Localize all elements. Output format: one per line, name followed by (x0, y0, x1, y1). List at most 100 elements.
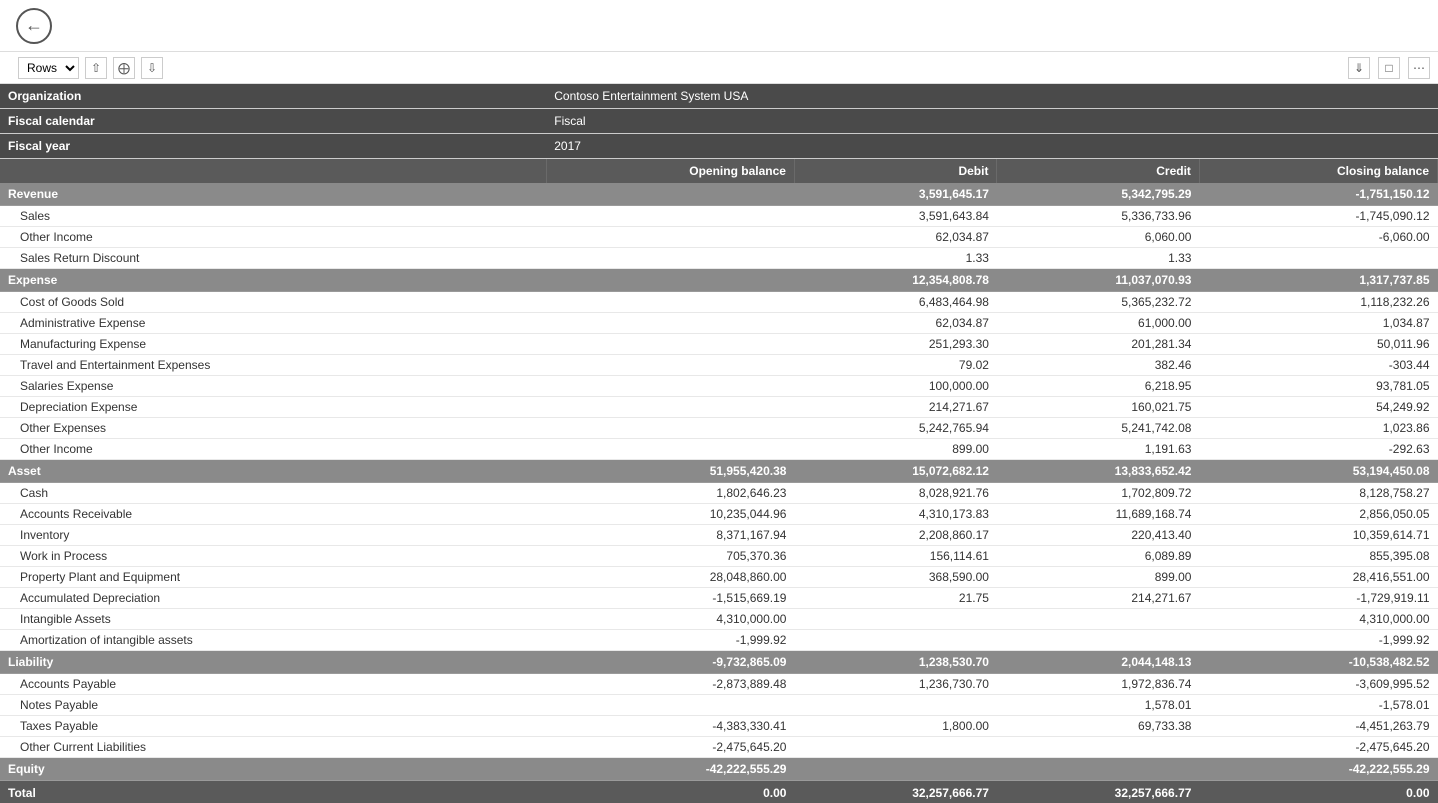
column-header (0, 159, 546, 184)
info-value: Fiscal (546, 109, 1437, 134)
category-label: Revenue (0, 183, 546, 206)
table-row[interactable]: Work in Process 705,370.36 156,114.61 6,… (0, 546, 1438, 567)
row-debit (794, 609, 996, 630)
table-row[interactable]: Salaries Expense 100,000.00 6,218.95 93,… (0, 376, 1438, 397)
row-closing: -2,475,645.20 (1199, 737, 1437, 758)
table-row[interactable]: Accounts Payable -2,873,889.48 1,236,730… (0, 674, 1438, 695)
table-row[interactable]: Cost of Goods Sold 6,483,464.98 5,365,23… (0, 292, 1438, 313)
column-header: Opening balance (546, 159, 794, 184)
total-label: Total (0, 781, 546, 803)
row-opening (546, 334, 794, 355)
table-row[interactable]: Travel and Entertainment Expenses 79.02 … (0, 355, 1438, 376)
table-row[interactable]: Depreciation Expense 214,271.67 160,021.… (0, 397, 1438, 418)
row-closing: 2,856,050.05 (1199, 504, 1437, 525)
category-label: Liability (0, 651, 546, 674)
row-name: Inventory (0, 525, 546, 546)
row-credit: 1.33 (997, 248, 1199, 269)
row-name: Property Plant and Equipment (0, 567, 546, 588)
category-value: 1,238,530.70 (794, 651, 996, 674)
table-row[interactable]: Administrative Expense 62,034.87 61,000.… (0, 313, 1438, 334)
category-row: Asset51,955,420.3815,072,682.1213,833,65… (0, 460, 1438, 483)
table-row[interactable]: Notes Payable 1,578.01 -1,578.01 (0, 695, 1438, 716)
total-closing: 0.00 (1199, 781, 1437, 803)
row-opening (546, 313, 794, 334)
table-row[interactable]: Accumulated Depreciation -1,515,669.19 2… (0, 588, 1438, 609)
category-value: 1,317,737.85 (1199, 269, 1437, 292)
table-row[interactable]: Intangible Assets 4,310,000.00 4,310,000… (0, 609, 1438, 630)
category-value: -10,538,482.52 (1199, 651, 1437, 674)
category-value: -42,222,555.29 (546, 758, 794, 781)
row-closing: -3,609,995.52 (1199, 674, 1437, 695)
row-debit: 79.02 (794, 355, 996, 376)
row-debit: 899.00 (794, 439, 996, 460)
info-value: Contoso Entertainment System USA (546, 84, 1437, 109)
row-credit (997, 609, 1199, 630)
table-row[interactable]: Sales 3,591,643.84 5,336,733.96 -1,745,0… (0, 206, 1438, 227)
row-debit (794, 630, 996, 651)
table-row[interactable]: Property Plant and Equipment 28,048,860.… (0, 567, 1438, 588)
back-button[interactable]: ← (16, 8, 52, 44)
row-credit: 201,281.34 (997, 334, 1199, 355)
drill-select[interactable]: Rows (18, 57, 79, 79)
column-header: Closing balance (1199, 159, 1437, 184)
total-opening: 0.00 (546, 781, 794, 803)
row-debit: 62,034.87 (794, 227, 996, 248)
table-row[interactable]: Taxes Payable -4,383,330.41 1,800.00 69,… (0, 716, 1438, 737)
row-closing: -303.44 (1199, 355, 1437, 376)
category-value: -1,751,150.12 (1199, 183, 1437, 206)
row-closing: -1,745,090.12 (1199, 206, 1437, 227)
table-row[interactable]: Other Income 62,034.87 6,060.00 -6,060.0… (0, 227, 1438, 248)
table-row[interactable]: Other Expenses 5,242,765.94 5,241,742.08… (0, 418, 1438, 439)
row-credit: 382.46 (997, 355, 1199, 376)
row-name: Depreciation Expense (0, 397, 546, 418)
row-debit: 156,114.61 (794, 546, 996, 567)
row-closing: 8,128,758.27 (1199, 483, 1437, 504)
row-opening (546, 248, 794, 269)
table-row[interactable]: Cash 1,802,646.23 8,028,921.76 1,702,809… (0, 483, 1438, 504)
row-closing: 28,416,551.00 (1199, 567, 1437, 588)
row-name: Cash (0, 483, 546, 504)
download-button[interactable]: ⇓ (1348, 57, 1370, 79)
table-row[interactable]: Inventory 8,371,167.94 2,208,860.17 220,… (0, 525, 1438, 546)
toolbar-right: ⇓ □ ⋯ (1348, 57, 1430, 79)
category-value: -9,732,865.09 (546, 651, 794, 674)
category-label: Asset (0, 460, 546, 483)
row-credit: 220,413.40 (997, 525, 1199, 546)
row-closing: -292.63 (1199, 439, 1437, 460)
row-closing: 1,023.86 (1199, 418, 1437, 439)
category-value: 12,354,808.78 (794, 269, 996, 292)
focus-button[interactable]: □ (1378, 57, 1400, 79)
row-closing: 1,118,232.26 (1199, 292, 1437, 313)
row-debit: 3,591,643.84 (794, 206, 996, 227)
total-debit: 32,257,666.77 (794, 781, 996, 803)
row-credit (997, 737, 1199, 758)
table-row[interactable]: Amortization of intangible assets -1,999… (0, 630, 1438, 651)
info-row: Organization Contoso Entertainment Syste… (0, 84, 1438, 109)
row-closing: -1,578.01 (1199, 695, 1437, 716)
table-row[interactable]: Manufacturing Expense 251,293.30 201,281… (0, 334, 1438, 355)
row-opening: 1,802,646.23 (546, 483, 794, 504)
info-label: Fiscal calendar (0, 109, 546, 134)
drill-down-button[interactable]: ⇩ (141, 57, 163, 79)
row-opening: 10,235,044.96 (546, 504, 794, 525)
table-row[interactable]: Other Current Liabilities -2,475,645.20 … (0, 737, 1438, 758)
more-options-button[interactable]: ⋯ (1408, 57, 1430, 79)
row-credit: 6,218.95 (997, 376, 1199, 397)
table-row[interactable]: Accounts Receivable 10,235,044.96 4,310,… (0, 504, 1438, 525)
info-row: Fiscal calendar Fiscal (0, 109, 1438, 134)
drill-up-button[interactable]: ⇧ (85, 57, 107, 79)
table-row[interactable]: Sales Return Discount 1.33 1.33 (0, 248, 1438, 269)
category-label: Expense (0, 269, 546, 292)
row-name: Cost of Goods Sold (0, 292, 546, 313)
row-debit: 100,000.00 (794, 376, 996, 397)
row-closing: -1,999.92 (1199, 630, 1437, 651)
column-header: Debit (794, 159, 996, 184)
table-row[interactable]: Other Income 899.00 1,191.63 -292.63 (0, 439, 1438, 460)
info-value: 2017 (546, 134, 1437, 159)
row-closing: 1,034.87 (1199, 313, 1437, 334)
drill-expand-button[interactable]: ⨁ (113, 57, 135, 79)
row-closing: 10,359,614.71 (1199, 525, 1437, 546)
table-container: Organization Contoso Entertainment Syste… (0, 84, 1438, 803)
row-closing: 54,249.92 (1199, 397, 1437, 418)
row-name: Accounts Payable (0, 674, 546, 695)
